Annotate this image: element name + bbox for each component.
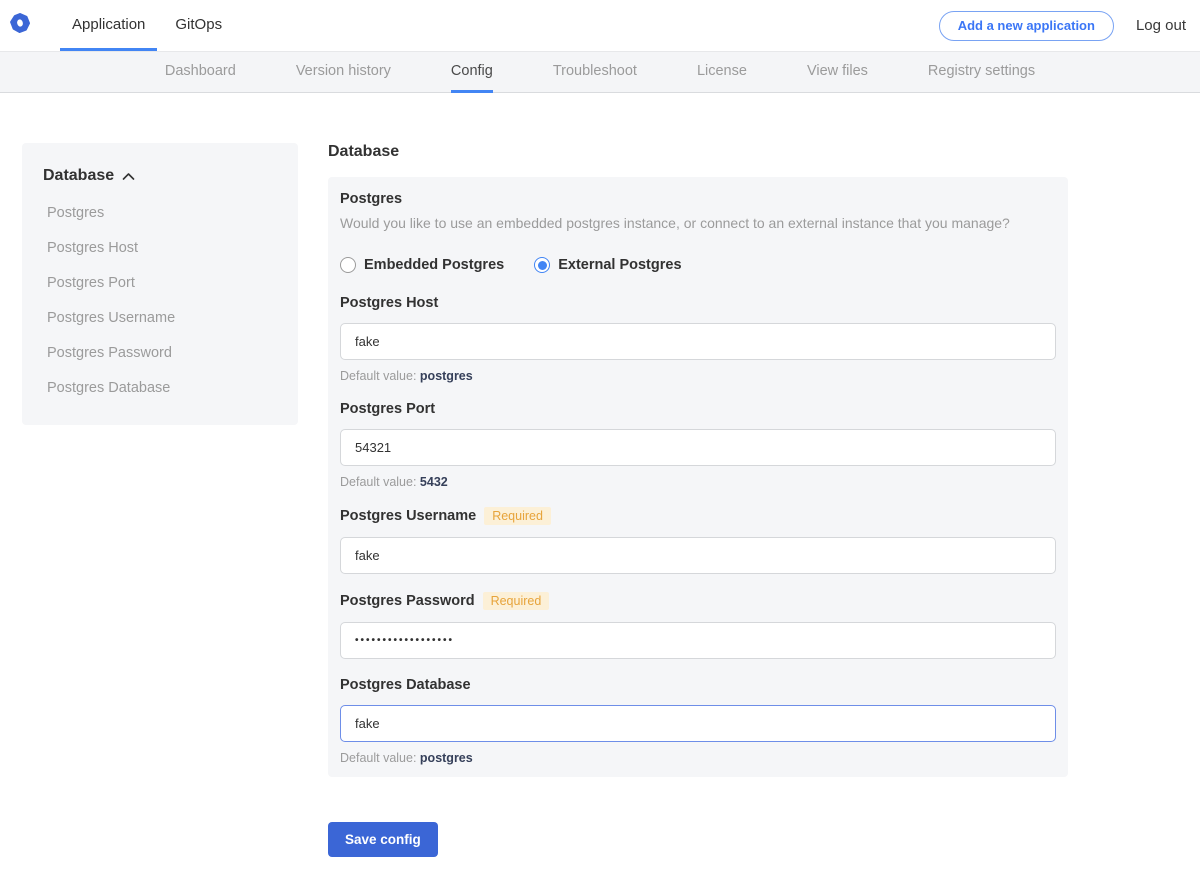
content-area: Database Postgres Postgres Host Postgres…: [0, 93, 1200, 874]
required-badge: Required: [484, 507, 551, 525]
default-label: Default value:: [340, 751, 416, 765]
radio-embedded-label: Embedded Postgres: [364, 257, 504, 273]
save-config-button[interactable]: Save config: [328, 822, 438, 857]
default-label: Default value:: [340, 369, 416, 383]
default-value-hint: Default value: 5432: [340, 475, 1056, 489]
postgres-host-input[interactable]: [340, 323, 1056, 360]
sidebar-item-postgres-port[interactable]: Postgres Port: [22, 265, 298, 300]
subnav-tab-view-files[interactable]: View files: [807, 52, 868, 93]
sidebar-item-list: Postgres Postgres Host Postgres Port Pos…: [22, 195, 298, 405]
field-label-text: Postgres Database: [340, 677, 471, 693]
field-postgres-database: Postgres Database Default value: postgre…: [340, 677, 1056, 765]
field-label-text: Postgres Host: [340, 295, 438, 311]
field-label: Postgres Username Required: [340, 507, 1056, 525]
tab-gitops[interactable]: GitOps: [163, 0, 234, 51]
top-right-actions: Add a new application Log out: [939, 0, 1200, 51]
default-value-hint: Default value: postgres: [340, 751, 1056, 765]
postgres-group: Postgres Would you like to use an embedd…: [340, 191, 1056, 273]
tab-gitops-label: GitOps: [175, 16, 222, 33]
field-label: Postgres Port: [340, 401, 1056, 417]
config-sidebar: Database Postgres Postgres Host Postgres…: [22, 143, 298, 425]
field-label-text: Postgres Port: [340, 401, 435, 417]
subnav-tab-version-history[interactable]: Version history: [296, 52, 391, 93]
field-label: Postgres Password Required: [340, 592, 1056, 610]
sidebar-item-postgres-password[interactable]: Postgres Password: [22, 335, 298, 370]
subnav-tab-troubleshoot[interactable]: Troubleshoot: [553, 52, 637, 93]
postgres-username-input[interactable]: [340, 537, 1056, 574]
sidebar-group-database[interactable]: Database: [22, 167, 298, 185]
field-postgres-username: Postgres Username Required: [340, 507, 1056, 574]
sidebar-item-postgres-host[interactable]: Postgres Host: [22, 230, 298, 265]
tab-application-label: Application: [72, 16, 145, 33]
required-badge: Required: [483, 592, 550, 610]
radio-external-postgres[interactable]: External Postgres: [534, 257, 681, 273]
section-title: Database: [328, 143, 1068, 161]
app-subnav: Dashboard Version history Config Trouble…: [0, 51, 1200, 93]
add-application-button[interactable]: Add a new application: [939, 11, 1114, 41]
kots-logo-icon: [10, 13, 30, 38]
top-tabs: Application GitOps: [57, 0, 237, 51]
sidebar-item-postgres-username[interactable]: Postgres Username: [22, 300, 298, 335]
postgres-password-input[interactable]: [340, 622, 1056, 659]
subnav-tab-registry-settings[interactable]: Registry settings: [928, 52, 1035, 93]
postgres-database-input[interactable]: [340, 705, 1056, 742]
radio-selected-icon[interactable]: [534, 257, 550, 273]
top-nav: Application GitOps Add a new application…: [0, 0, 1200, 51]
subnav-tab-config[interactable]: Config: [451, 52, 493, 93]
default-value: postgres: [420, 751, 473, 765]
field-label: Postgres Database: [340, 677, 1056, 693]
config-main: Database Postgres Would you like to use …: [328, 143, 1068, 874]
field-label-text: Postgres Username: [340, 508, 476, 524]
postgres-group-help: Would you like to use an embedded postgr…: [340, 215, 1056, 231]
postgres-port-input[interactable]: [340, 429, 1056, 466]
subnav-tab-dashboard[interactable]: Dashboard: [165, 52, 236, 93]
postgres-group-label: Postgres: [340, 191, 1056, 207]
field-postgres-host: Postgres Host Default value: postgres: [340, 295, 1056, 383]
field-label: Postgres Host: [340, 295, 1056, 311]
logout-link[interactable]: Log out: [1136, 17, 1186, 34]
default-value-hint: Default value: postgres: [340, 369, 1056, 383]
subnav-tab-license[interactable]: License: [697, 52, 747, 93]
page: Application GitOps Add a new application…: [0, 0, 1200, 874]
sidebar-group-label: Database: [43, 167, 114, 185]
field-postgres-port: Postgres Port Default value: 5432: [340, 401, 1056, 489]
default-value: 5432: [420, 475, 448, 489]
field-postgres-password: Postgres Password Required: [340, 592, 1056, 659]
radio-embedded-postgres[interactable]: Embedded Postgres: [340, 257, 504, 273]
sidebar-item-postgres[interactable]: Postgres: [22, 195, 298, 230]
chevron-up-icon: [122, 172, 135, 181]
tab-application[interactable]: Application: [60, 0, 157, 51]
postgres-radio-group: Embedded Postgres External Postgres: [340, 257, 1056, 273]
app-logo[interactable]: [0, 0, 57, 51]
field-label-text: Postgres Password: [340, 593, 475, 609]
sidebar-item-postgres-database[interactable]: Postgres Database: [22, 370, 298, 405]
config-group-panel: Postgres Would you like to use an embedd…: [328, 177, 1068, 777]
radio-external-label: External Postgres: [558, 257, 681, 273]
radio-unselected-icon[interactable]: [340, 257, 356, 273]
default-label: Default value:: [340, 475, 416, 489]
default-value: postgres: [420, 369, 473, 383]
